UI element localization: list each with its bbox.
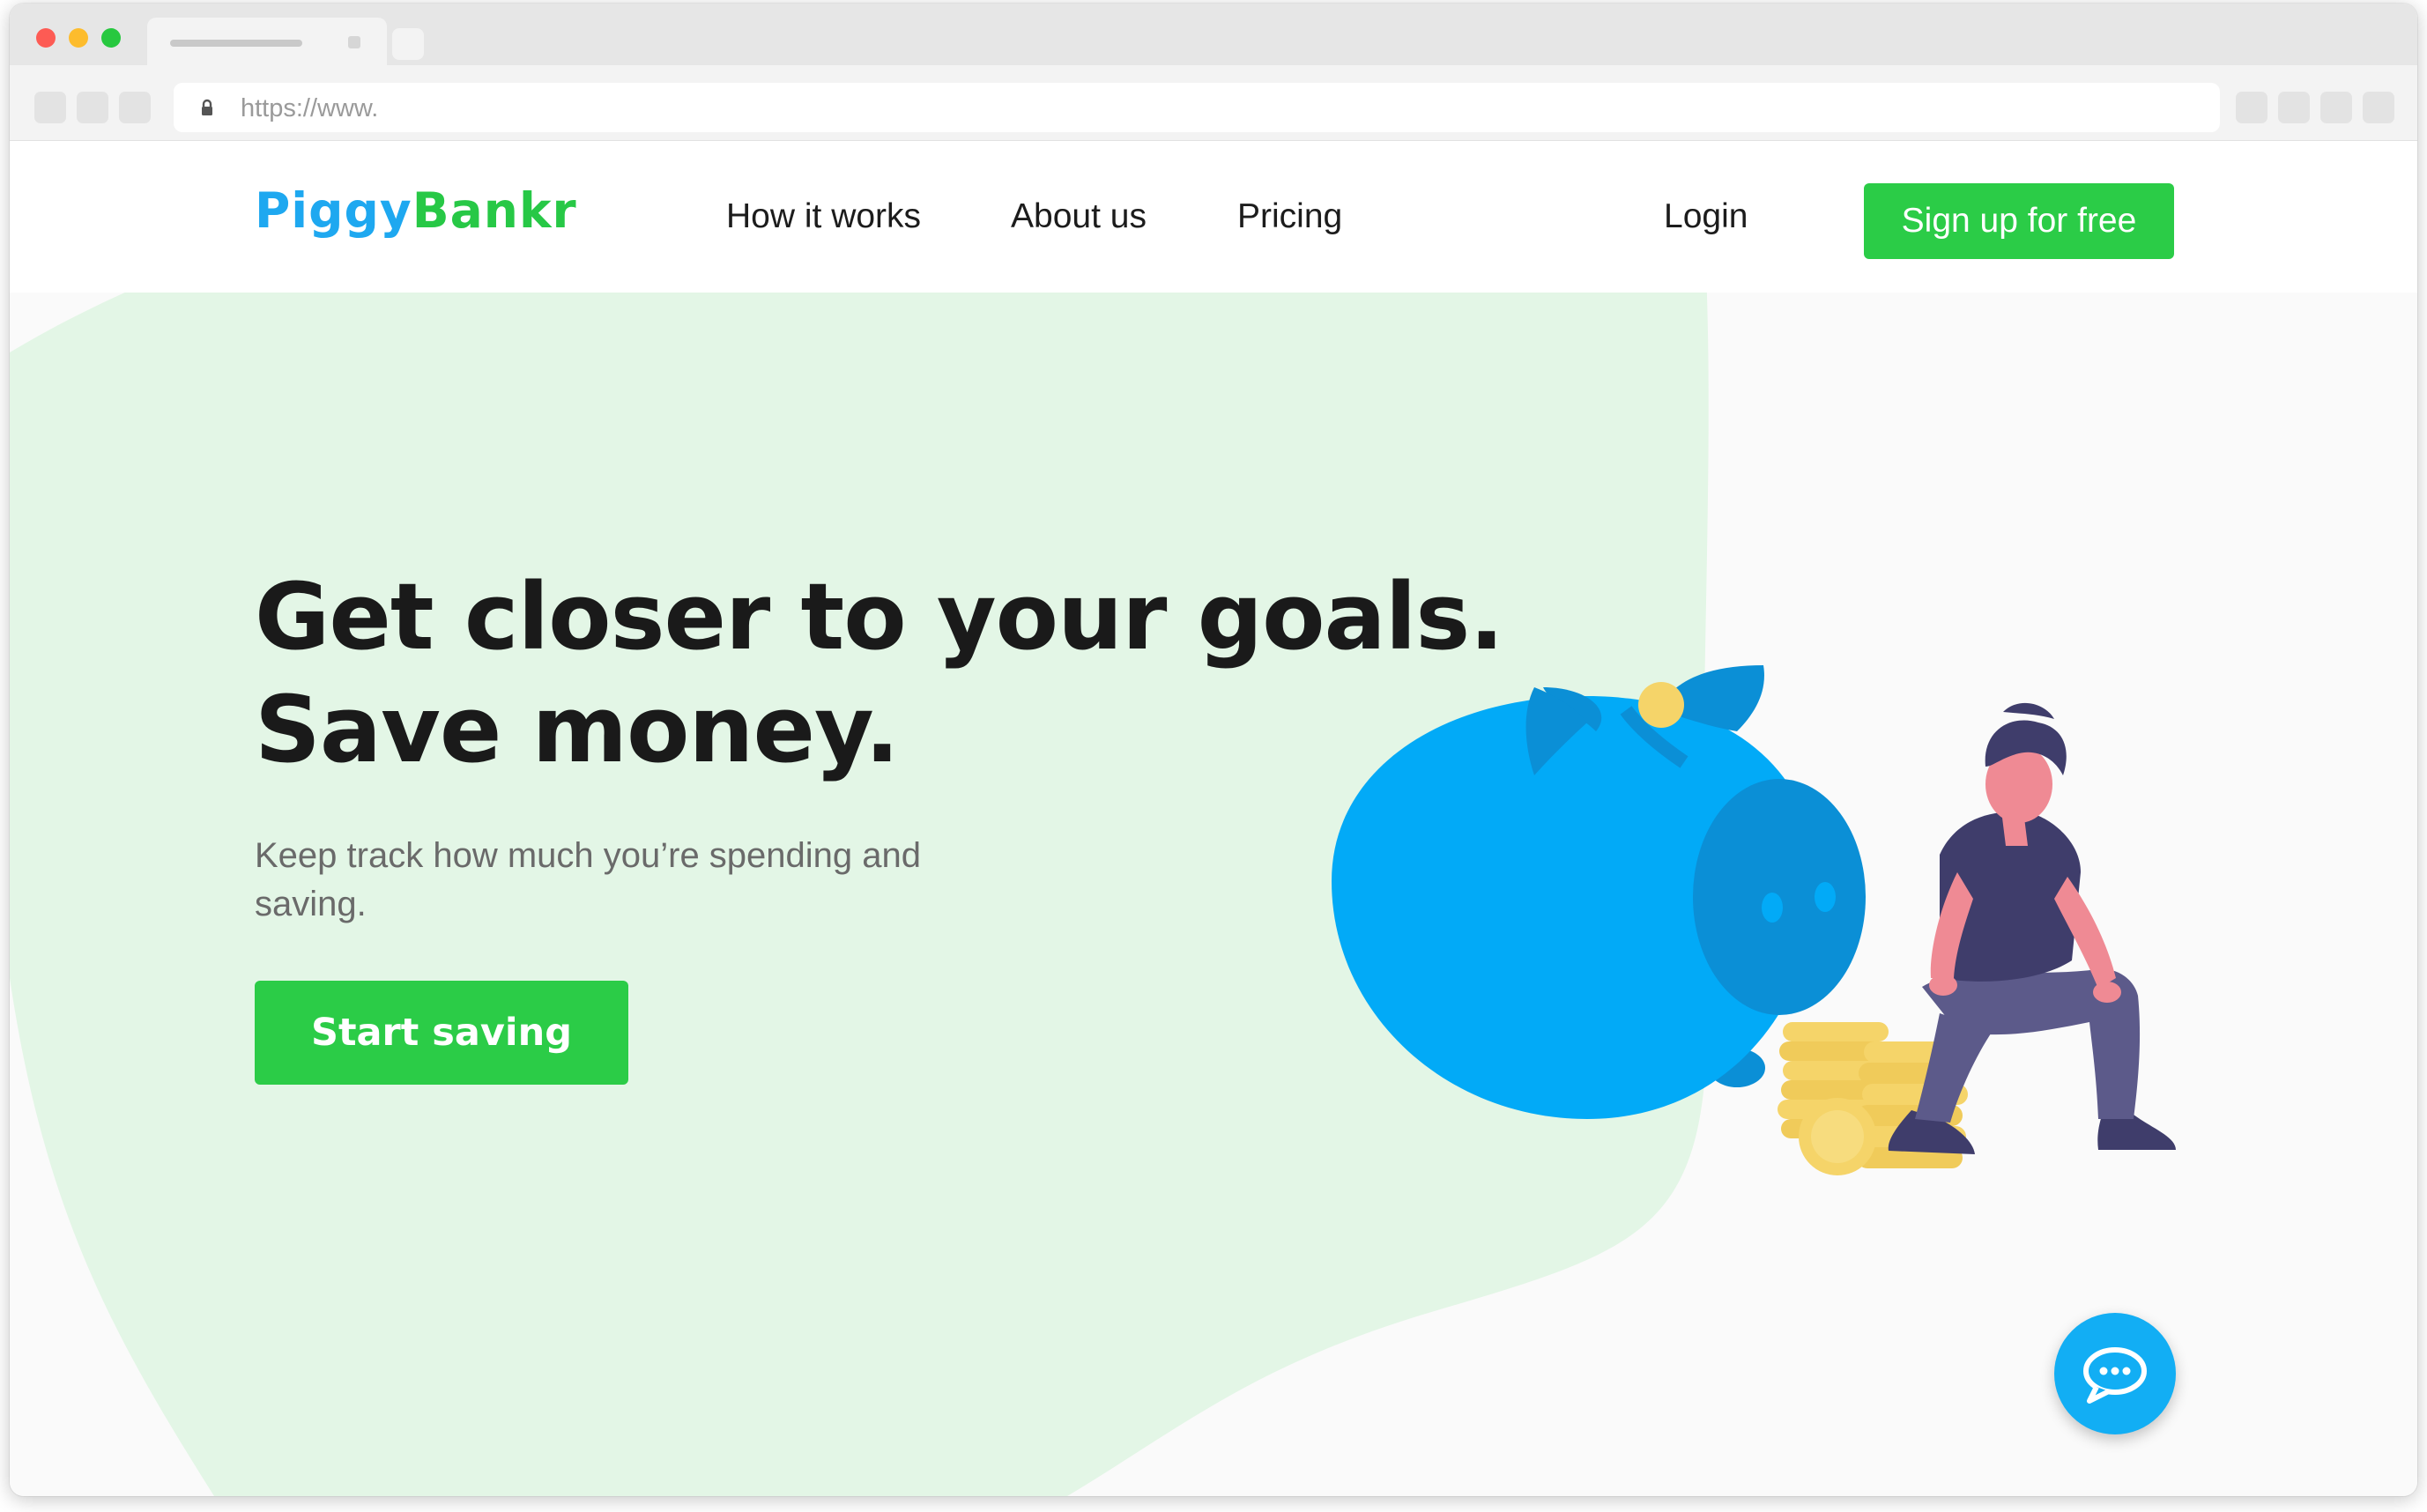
browser-tab[interactable] xyxy=(147,18,387,65)
extension-button-1[interactable] xyxy=(2236,92,2267,123)
start-saving-button[interactable]: Start saving xyxy=(255,981,628,1085)
browser-toolbar: https://www. xyxy=(10,65,2417,141)
chat-bubble-icon xyxy=(2083,1347,2147,1404)
chat-button[interactable] xyxy=(2054,1313,2176,1434)
piggy-bank-illustration xyxy=(1332,665,2176,1175)
hero-title: Get closer to your goals. Save money. xyxy=(255,560,1504,786)
brand-logo[interactable]: PiggyBankr xyxy=(255,180,577,241)
back-button[interactable] xyxy=(34,92,66,123)
minimize-window-button[interactable] xyxy=(69,28,88,48)
lock-icon xyxy=(202,99,212,115)
hero-title-line-2: Save money. xyxy=(255,676,900,783)
maximize-window-button[interactable] xyxy=(101,28,121,48)
tab-close-icon[interactable] xyxy=(348,36,360,48)
browser-chrome: https://www. xyxy=(10,4,2417,141)
web-page: PiggyBankr How it works About us Pricing… xyxy=(10,141,2417,1496)
logo-text-bankr: Bankr xyxy=(412,182,577,239)
extension-button-3[interactable] xyxy=(2320,92,2352,123)
tab-title-placeholder xyxy=(170,40,302,47)
close-window-button[interactable] xyxy=(36,28,56,48)
extension-button-2[interactable] xyxy=(2278,92,2310,123)
reload-button[interactable] xyxy=(119,92,151,123)
logo-text-piggy: Piggy xyxy=(255,182,412,239)
login-link[interactable]: Login xyxy=(1664,196,1748,238)
address-bar[interactable]: https://www. xyxy=(174,83,2220,132)
new-tab-button[interactable] xyxy=(392,28,424,60)
nav-link-pricing[interactable]: Pricing xyxy=(1237,196,1342,238)
site-header: PiggyBankr How it works About us Pricing… xyxy=(10,141,2417,293)
nav-link-about-us[interactable]: About us xyxy=(1011,196,1147,238)
browser-window: https://www. PiggyBankr How it works Abo… xyxy=(10,4,2417,1496)
hero-title-line-1: Get closer to your goals. xyxy=(255,563,1504,671)
url-text: https://www. xyxy=(241,94,379,122)
person-illustration xyxy=(1888,702,2176,1154)
sign-up-button[interactable]: Sign up for free xyxy=(1864,183,2174,259)
hero-subtitle: Keep track how much you’re spending and … xyxy=(255,836,922,923)
forward-button[interactable] xyxy=(77,92,108,123)
menu-button[interactable] xyxy=(2363,92,2394,123)
nav-link-how-it-works[interactable]: How it works xyxy=(726,196,921,238)
